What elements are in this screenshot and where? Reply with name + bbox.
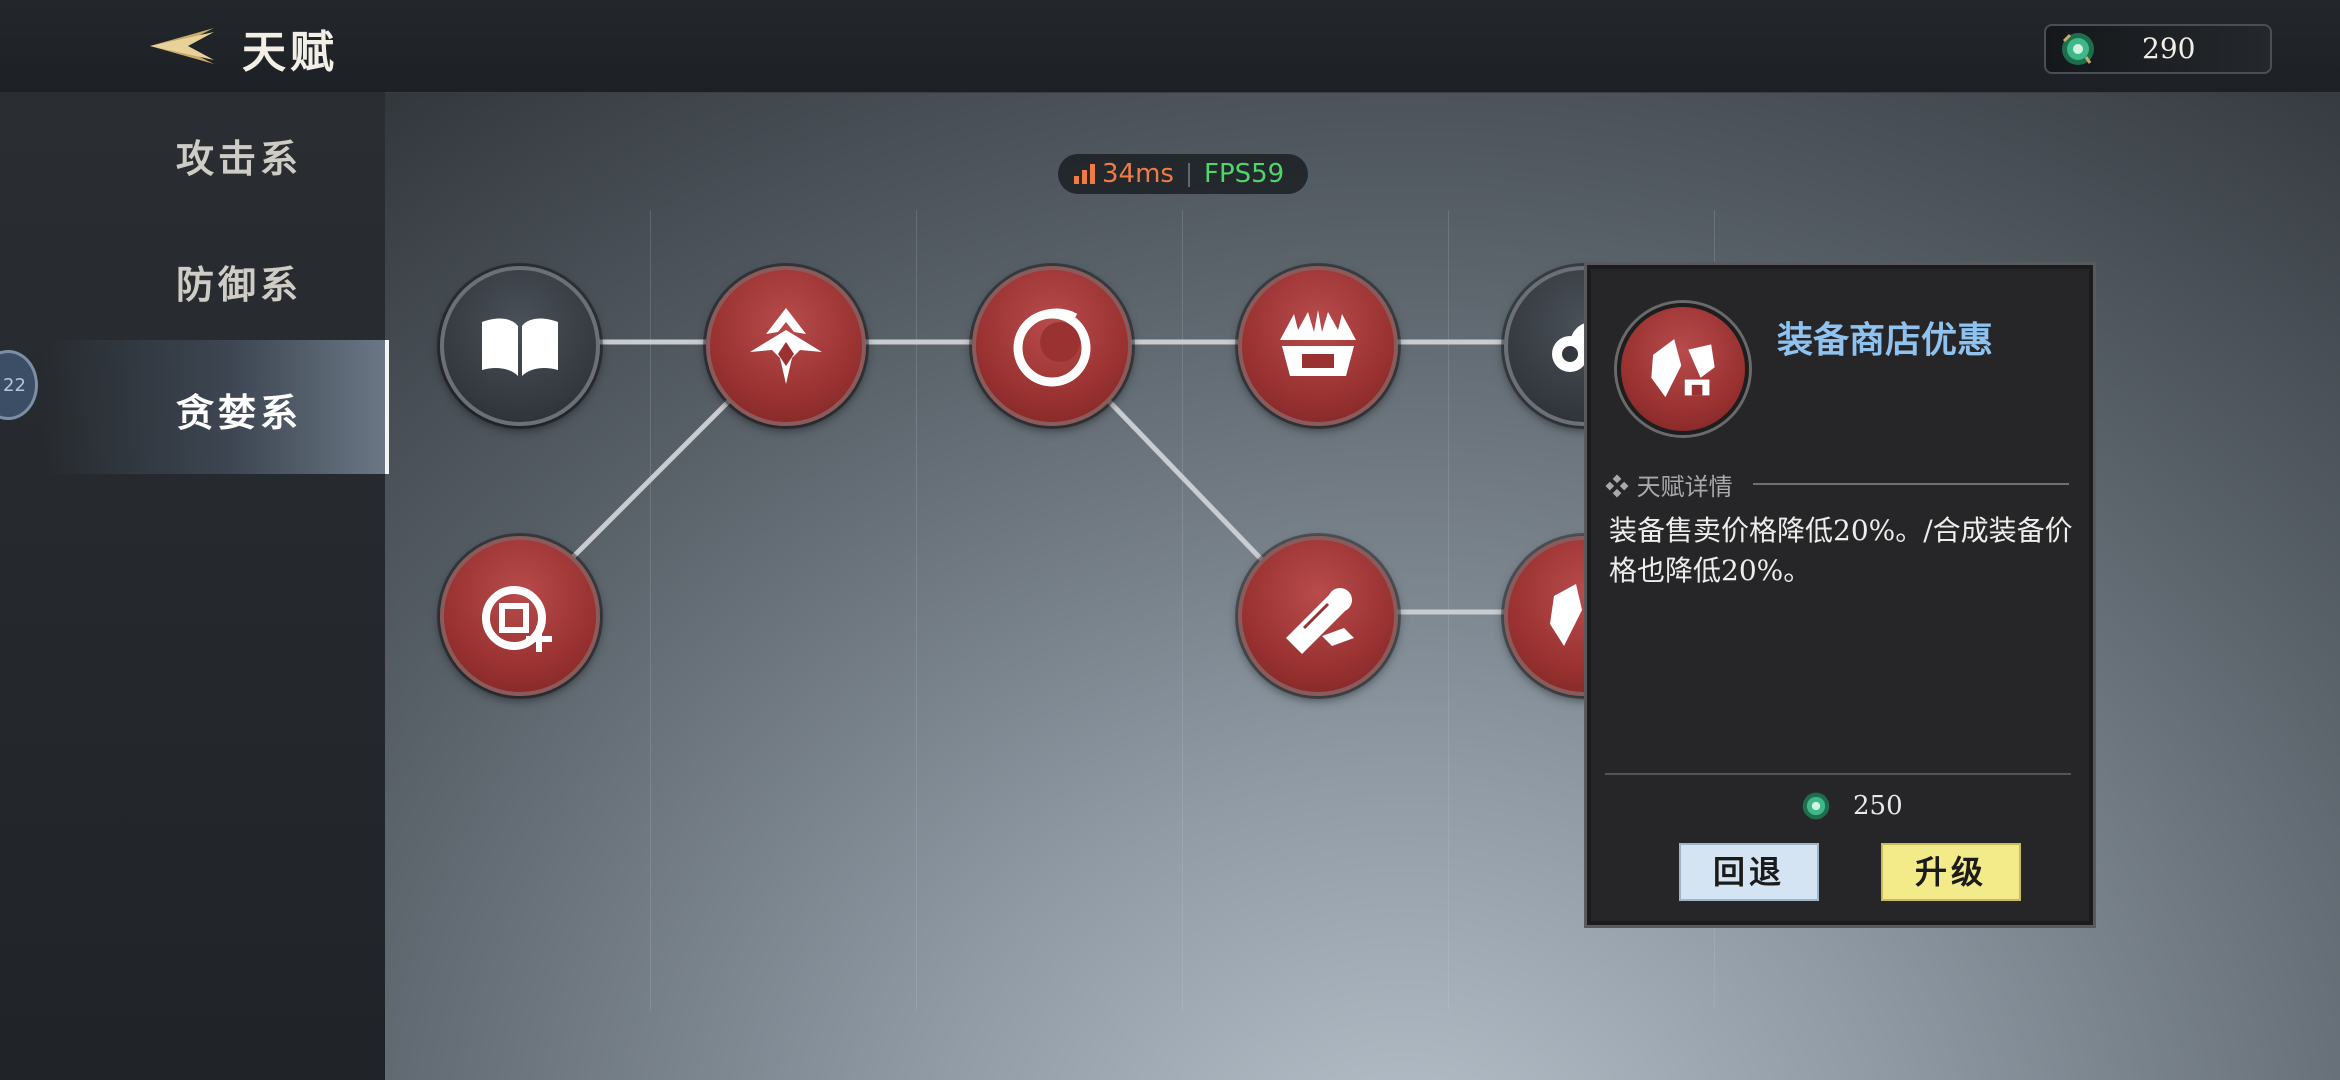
upgrade-button[interactable]: 升级 (1881, 843, 2021, 901)
talent-node-book[interactable] (440, 266, 600, 426)
talent-node-coin-plus[interactable] (440, 536, 600, 696)
talent-detail-panel: 装备商店优惠 ❖ 天赋详情 装备售卖价格降低20%。/合成装备价格也降低20%。… (1584, 262, 2096, 928)
detail-section-header: ❖ 天赋详情 (1605, 467, 1733, 502)
divider (1605, 773, 2071, 775)
claw-crown-icon (1280, 310, 1356, 376)
talent-node-scroll-shop[interactable] (1238, 536, 1398, 696)
detail-section-label: 天赋详情 (1636, 473, 1733, 501)
coin-plus-icon (482, 586, 552, 652)
talent-title: 装备商店优惠 (1777, 319, 1994, 361)
talent-node-winged-blade[interactable] (706, 266, 866, 426)
talent-description: 装备售卖价格降低20%。/合成装备价格也降低20%。 (1609, 514, 2073, 587)
jade-coin-icon (1802, 792, 1830, 820)
talent-node-crown[interactable] (1238, 266, 1398, 426)
divider (1753, 483, 2069, 485)
diamond-bullet-icon: ❖ (1605, 473, 1637, 501)
crescent-ring-icon (1013, 308, 1091, 387)
upgrade-cost: 250 (1853, 791, 1903, 821)
talent-node-ring[interactable] (972, 266, 1132, 426)
book-icon (482, 318, 558, 376)
rollback-button[interactable]: 回退 (1679, 843, 1819, 901)
winged-blade-icon (750, 308, 822, 384)
scroll-shop-icon (1286, 588, 1354, 654)
selected-talent-icon (1617, 303, 1749, 435)
shop-discount-icon (1651, 339, 1715, 398)
